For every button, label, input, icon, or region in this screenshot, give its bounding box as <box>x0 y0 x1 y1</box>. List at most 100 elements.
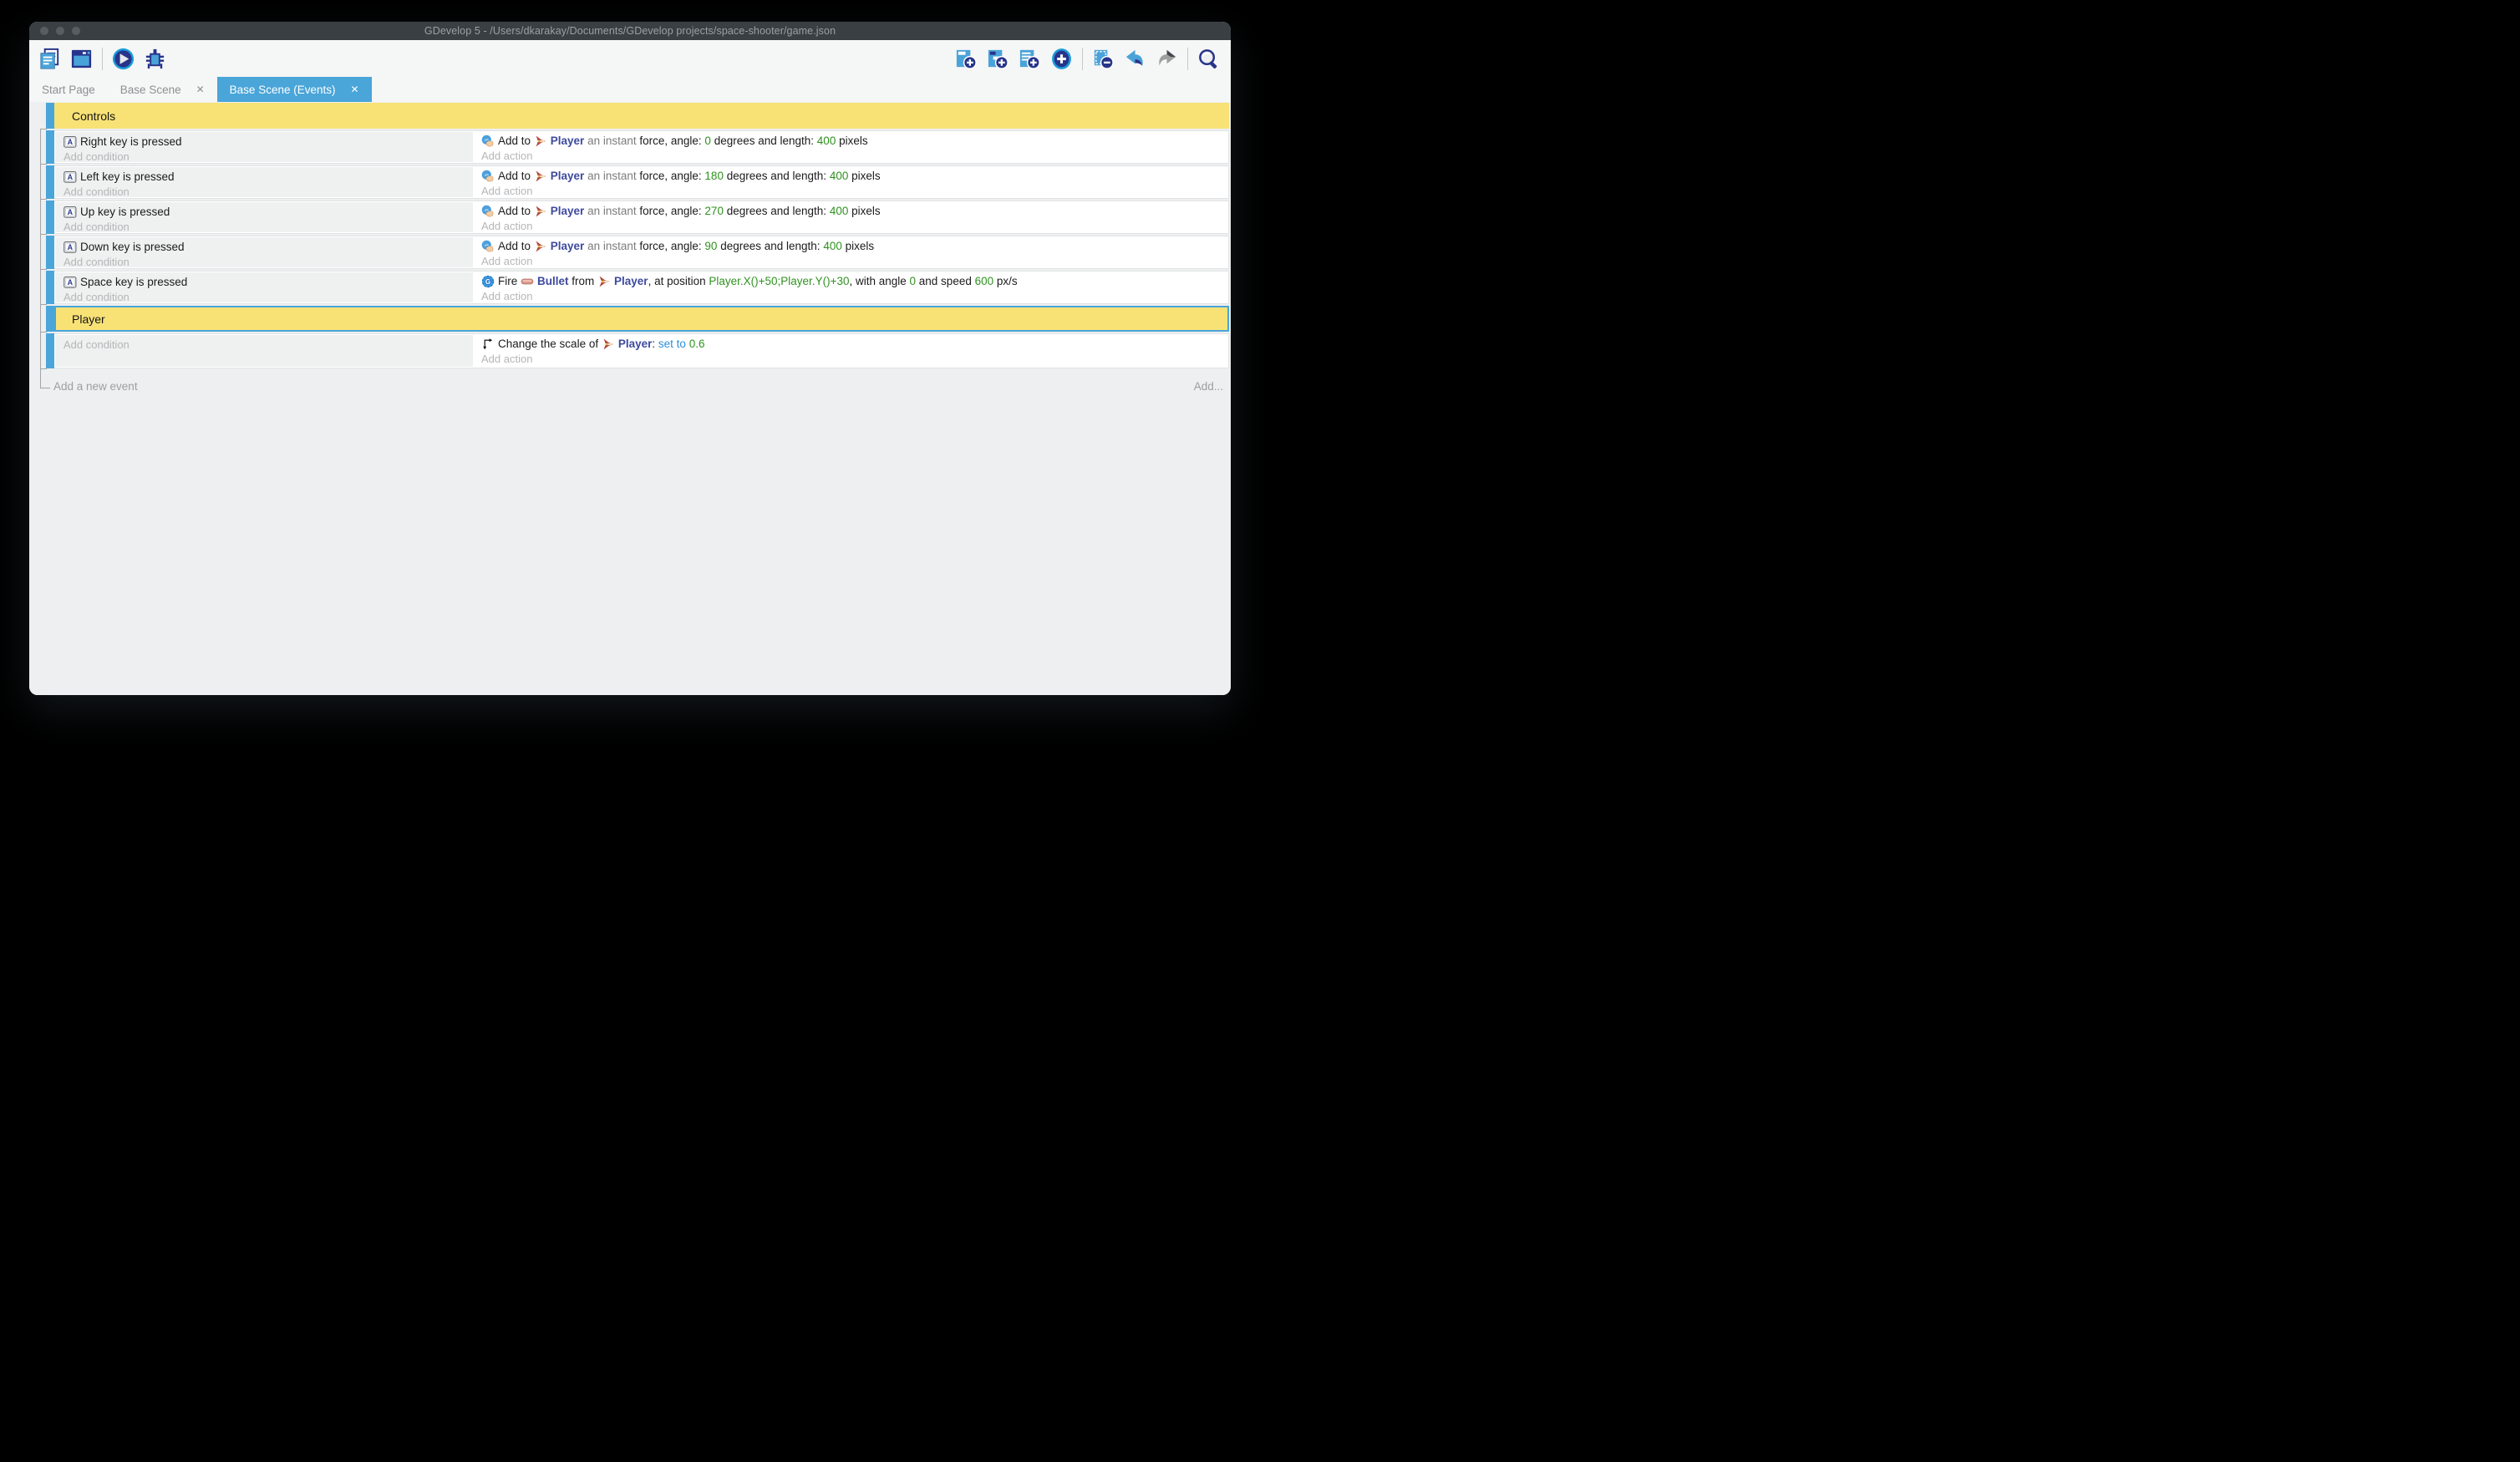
event-handle-bar[interactable] <box>46 333 54 368</box>
action-line[interactable]: Add to Player an instant force, angle: 1… <box>481 168 1222 184</box>
svg-text:A: A <box>68 208 74 216</box>
add-condition-link[interactable]: Add condition <box>64 221 466 232</box>
app-window: GDevelop 5 - /Users/dkarakay/Documents/G… <box>29 22 1231 695</box>
text-segment: Down key is pressed <box>80 241 185 253</box>
text-segment: pixels <box>842 240 874 252</box>
scale-arrow-icon <box>481 338 495 351</box>
action-line[interactable]: GFire Bullet from Player, at position Pl… <box>481 273 1222 289</box>
text-segment: Change the scale of <box>498 338 602 350</box>
redo-icon[interactable] <box>1155 47 1179 71</box>
text-segment: Add to <box>498 170 534 182</box>
text-segment: pixels <box>848 205 880 217</box>
action-line[interactable]: Add to Player an instant force, angle: 9… <box>481 238 1222 254</box>
event-handle-bar[interactable] <box>46 306 54 332</box>
project-manager-icon[interactable] <box>38 47 62 71</box>
maximize-window-icon[interactable] <box>72 27 80 35</box>
add-comment-icon[interactable] <box>1018 47 1042 71</box>
text-segment: an instant <box>584 170 639 182</box>
conditions-cell: A Up key is pressed Add condition <box>55 202 473 232</box>
tab-close-icon[interactable]: ✕ <box>196 84 205 94</box>
condition-line[interactable]: ALeft key is pressed <box>64 169 466 185</box>
add-action-link[interactable]: Add action <box>481 290 1222 303</box>
event-row: ADown key is pressedAdd conditionAdd to … <box>46 236 1229 269</box>
add-subevent-icon[interactable] <box>986 47 1010 71</box>
text-segment: Left key is pressed <box>80 170 175 183</box>
add-condition-link[interactable]: Add condition <box>64 291 466 302</box>
condition-line[interactable]: ARight key is pressed <box>64 134 466 150</box>
conditions-cell: Add condition <box>55 335 473 367</box>
text-segment: Player <box>551 135 585 147</box>
text-segment: from <box>569 275 598 287</box>
add-circle-icon[interactable] <box>1049 47 1074 71</box>
tab-start-page[interactable]: Start Page <box>29 77 108 102</box>
action-line[interactable]: Change the scale of Player: set to 0.6 <box>481 336 1222 352</box>
event-handle-bar[interactable] <box>46 103 54 129</box>
delete-selection-icon[interactable] <box>1091 47 1115 71</box>
play-icon[interactable] <box>111 47 135 71</box>
tab-close-icon[interactable]: ✕ <box>351 84 359 94</box>
text-segment: pixels <box>848 170 880 182</box>
add-event-icon[interactable] <box>954 47 978 71</box>
close-window-icon[interactable] <box>40 27 48 35</box>
actions-cell: GFire Bullet from Player, at position Pl… <box>473 272 1228 303</box>
text-segment: px/s <box>993 275 1018 287</box>
text-segment: Add to <box>498 135 534 147</box>
add-condition-link[interactable]: Add condition <box>64 150 466 162</box>
text-segment: force, angle: <box>639 240 704 252</box>
event-handle-bar[interactable] <box>46 236 54 269</box>
sheet-footer: Add a new event Add... <box>53 380 1223 393</box>
conditions-cell: ASpace key is pressedAdd condition <box>55 272 473 302</box>
add-condition-link[interactable]: Add condition <box>64 256 466 267</box>
add-action-link[interactable]: Add action <box>481 353 1222 367</box>
add-condition-link[interactable]: Add condition <box>64 338 466 353</box>
desktop-background: { "window_title": "GDevelop 5 - /Users/d… <box>0 0 1260 731</box>
debug-icon[interactable] <box>143 47 167 71</box>
text-segment: degrees and length: <box>711 135 817 147</box>
undo-icon[interactable] <box>1123 47 1147 71</box>
text-segment: Player <box>551 240 585 252</box>
add-action-link[interactable]: Add action <box>481 150 1222 163</box>
event-handle-bar[interactable] <box>46 165 54 199</box>
text-segment: 600 <box>975 275 994 287</box>
force-icon <box>481 205 495 218</box>
group-label[interactable]: Controls <box>54 103 1229 129</box>
search-icon[interactable] <box>1196 47 1221 71</box>
text-segment: , at position <box>648 275 709 287</box>
keyboard-key-icon: A <box>64 241 77 254</box>
tab-label: Start Page <box>42 84 95 96</box>
text-segment: Add to <box>498 240 534 252</box>
tab-label: Base Scene <box>120 84 181 96</box>
add-action-link[interactable]: Add action <box>481 220 1222 233</box>
text-segment: an instant <box>584 135 639 147</box>
condition-line[interactable]: ASpace key is pressed <box>64 274 466 290</box>
title-bar[interactable]: GDevelop 5 - /Users/dkarakay/Documents/G… <box>29 22 1231 40</box>
add-new-event-link[interactable]: Add a new event <box>53 380 138 393</box>
svg-text:G: G <box>485 278 490 286</box>
add-more-link[interactable]: Add... <box>1194 380 1223 393</box>
action-line[interactable]: Add to Player an instant force, angle: 0… <box>481 133 1222 149</box>
conditions-cell: ALeft key is pressedAdd condition <box>55 167 473 197</box>
scene-editor-icon[interactable] <box>69 47 94 71</box>
event-handle-bar[interactable] <box>46 130 54 164</box>
condition-line[interactable]: A Up key is pressed <box>64 204 466 220</box>
add-action-link[interactable]: Add action <box>481 185 1222 198</box>
add-condition-link[interactable]: Add condition <box>64 185 466 197</box>
text-segment: degrees and length: <box>724 170 830 182</box>
action-line[interactable]: Add to Player an instant force, angle: 2… <box>481 203 1222 219</box>
group-label[interactable]: Player <box>54 306 1229 332</box>
fire-gear-icon: G <box>481 275 495 288</box>
event-group-controls[interactable]: Controls <box>46 103 1229 129</box>
toolbar-divider <box>102 48 103 70</box>
bullet-icon <box>521 275 534 288</box>
tab-base-scene-events[interactable]: Base Scene (Events)✕ <box>217 77 372 102</box>
condition-line[interactable]: ADown key is pressed <box>64 239 466 255</box>
text-segment: Up key is pressed <box>80 206 170 218</box>
tab-base-scene[interactable]: Base Scene ✕ <box>108 77 217 102</box>
add-action-link[interactable]: Add action <box>481 255 1222 268</box>
text-segment: Player <box>618 338 653 350</box>
minimize-window-icon[interactable] <box>56 27 64 35</box>
text-segment: , with angle <box>849 275 909 287</box>
event-handle-bar[interactable] <box>46 271 54 304</box>
event-handle-bar[interactable] <box>46 201 54 234</box>
event-group-player[interactable]: Player <box>46 306 1229 332</box>
